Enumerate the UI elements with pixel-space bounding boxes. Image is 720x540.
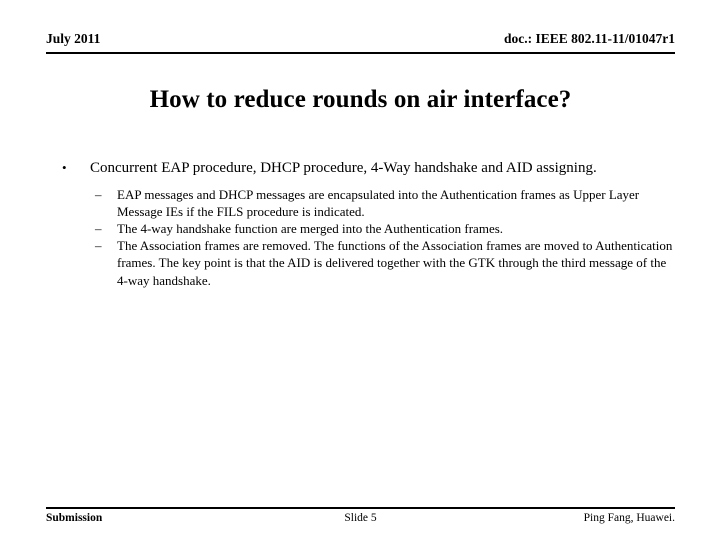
sub-bullet-item: – The 4-way handshake function are merge…	[46, 220, 675, 237]
slide-canvas: July 2011 doc.: IEEE 802.11-11/01047r1 H…	[0, 0, 720, 540]
footer-inner: Submission Slide 5 Ping Fang, Huawei.	[46, 510, 675, 528]
footer-author: Ping Fang, Huawei.	[583, 512, 675, 524]
slide-body: • Concurrent EAP procedure, DHCP procedu…	[46, 158, 675, 289]
sub-bullet-item: – EAP messages and DHCP messages are enc…	[46, 186, 675, 220]
slide-title: How to reduce rounds on air interface?	[149, 86, 572, 113]
sub-bullet-text: EAP messages and DHCP messages are encap…	[117, 186, 640, 219]
bullet-text: Concurrent EAP procedure, DHCP procedure…	[90, 160, 597, 176]
header-document-number: doc.: IEEE 802.11-11/01047r1	[503, 31, 675, 46]
slide-footer: Submission Slide 5 Ping Fang, Huawei.	[46, 507, 675, 528]
dash-marker-icon: –	[95, 186, 102, 202]
sub-bullet-text: The Association frames are removed. The …	[117, 238, 673, 288]
header-date: July 2011	[46, 31, 101, 46]
dash-marker-icon: –	[95, 220, 102, 236]
bullet-item: • Concurrent EAP procedure, DHCP procedu…	[46, 158, 675, 179]
bullet-marker-icon: •	[62, 160, 67, 175]
footer-slide-number: Slide 5	[344, 512, 377, 524]
slide-header: July 2011 doc.: IEEE 802.11-11/01047r1	[46, 30, 675, 54]
sub-bullet-text: The 4-way handshake function are merged …	[117, 220, 504, 236]
sub-bullet-item: – The Association frames are removed. Th…	[46, 237, 675, 289]
sub-bullet-list: – EAP messages and DHCP messages are enc…	[46, 186, 675, 289]
dash-marker-icon: –	[95, 238, 102, 254]
